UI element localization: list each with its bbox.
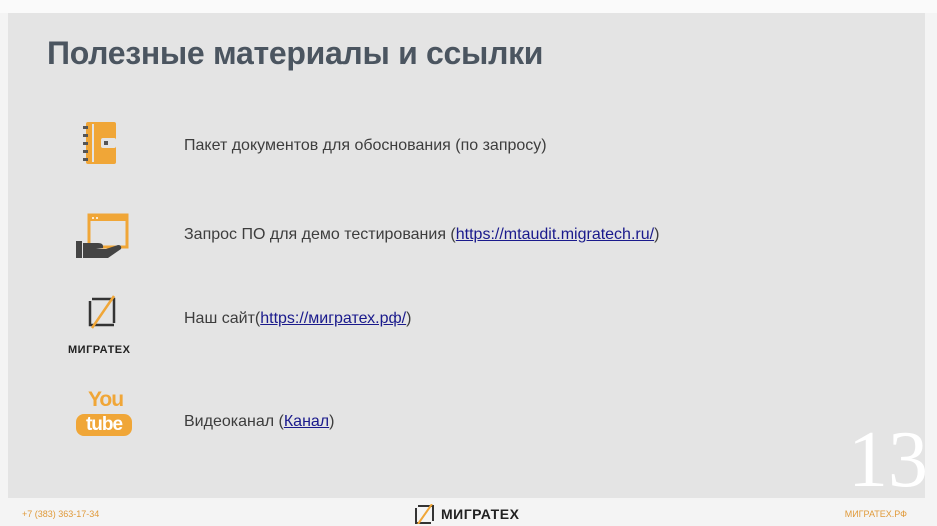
item-documents: Пакет документов для обоснования (по зап… bbox=[184, 137, 547, 154]
migratech-logo-text: МИГРАТЕХ bbox=[68, 344, 131, 356]
item-website: Наш сайт(https://мигратех.рф/) bbox=[184, 310, 412, 327]
footer-phone: +7 (383) 363-17-34 bbox=[22, 509, 100, 519]
footer-site: МИГРАТЕХ.РФ bbox=[844, 509, 907, 519]
youtube-tube-label: tube bbox=[76, 414, 132, 436]
item-demo-request: Запрос ПО для демо тестирования (https:/… bbox=[184, 226, 660, 243]
slide: Полезные материалы и ссылки Пакет докуме… bbox=[8, 13, 925, 498]
item-video-channel: Видеоканал (Канал) bbox=[184, 413, 335, 430]
migratech-logo-icon bbox=[88, 295, 116, 329]
website-link[interactable]: https://мигратех.рф/ bbox=[260, 310, 406, 327]
footer-logo-text: МИГРАТЕХ bbox=[441, 506, 520, 522]
page-number: 13 bbox=[848, 416, 928, 504]
demo-link[interactable]: https://mtaudit.migratech.ru/ bbox=[456, 226, 654, 243]
channel-link[interactable]: Канал bbox=[284, 413, 329, 430]
youtube-icon: You bbox=[87, 388, 124, 411]
page-title: Полезные материалы и ссылки bbox=[47, 35, 544, 71]
hand-monitor-icon bbox=[76, 213, 129, 258]
footer-logo: МИГРАТЕХ bbox=[415, 504, 519, 524]
top-strip bbox=[0, 0, 937, 13]
migratech-footer-logo-icon bbox=[415, 504, 434, 524]
document-folder-icon bbox=[83, 122, 116, 164]
